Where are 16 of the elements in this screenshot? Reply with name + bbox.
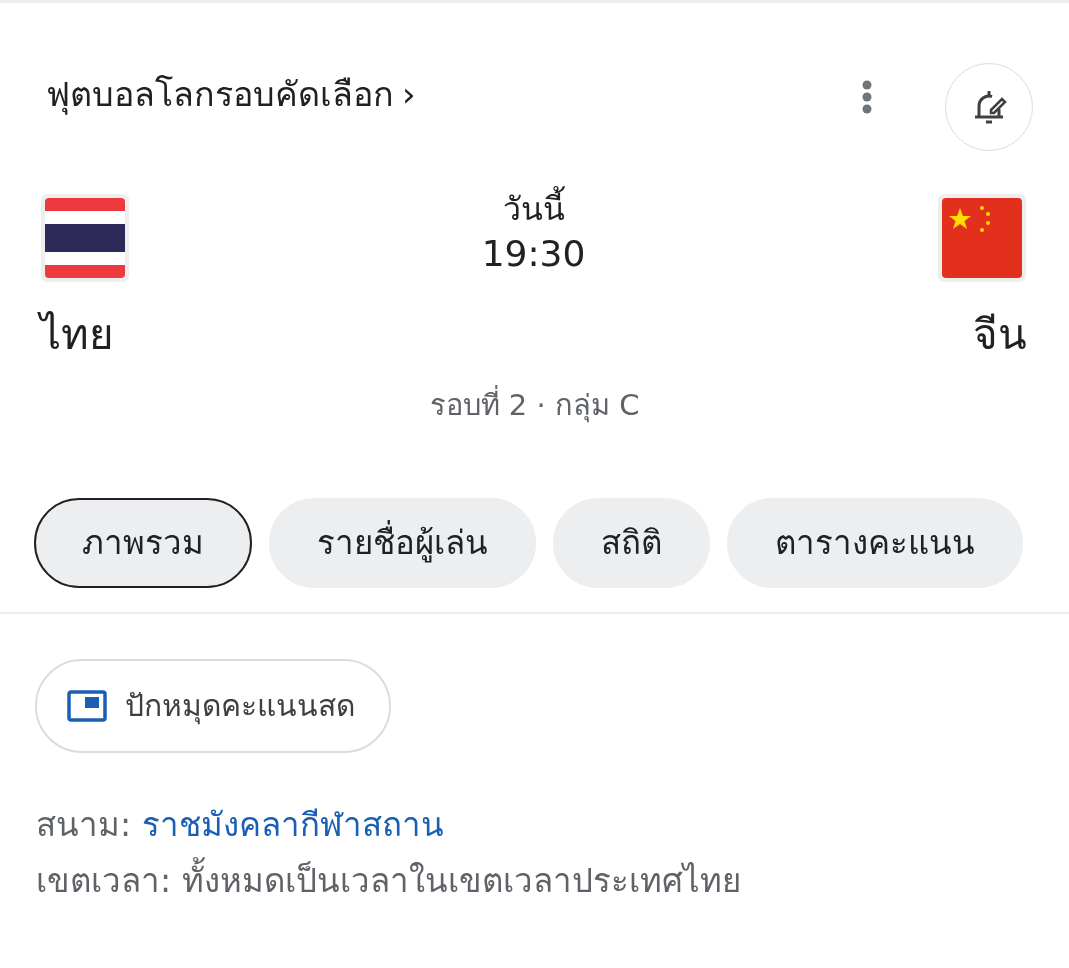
- flag-icon: [937, 193, 1027, 283]
- tab[interactable]: สถิติ: [553, 497, 710, 588]
- venue-link[interactable]: ราชมังคลากีฬาสถาน: [141, 804, 444, 844]
- pin-live-score-button[interactable]: ปักหมุดคะแนนสด: [35, 658, 391, 753]
- match-round: รอบที่ 2 · กลุ่ม C: [0, 384, 1069, 428]
- detail-line: สนาม: ราชมังคลากีฬาสถาน: [36, 803, 445, 846]
- flag-icon: [40, 193, 130, 283]
- tab[interactable]: ตารางคะแนน: [727, 497, 1023, 588]
- tab[interactable]: รายชื่อผู้เล่น: [269, 497, 536, 588]
- team-name: จีน: [973, 309, 1027, 361]
- detail-line: เขตเวลา: ทั้งหมดเป็นเวลาในเขตเวลาประเทศไทย: [36, 852, 1069, 909]
- tab[interactable]: ภาพรวม: [34, 497, 252, 588]
- competition-link[interactable]: ฟุตบอลโลกรอบคัดเลือก ›: [46, 69, 416, 120]
- kickoff-time: 19:30: [481, 231, 586, 276]
- more-icon[interactable]: [861, 79, 873, 115]
- picture-in-picture-icon: [67, 689, 107, 722]
